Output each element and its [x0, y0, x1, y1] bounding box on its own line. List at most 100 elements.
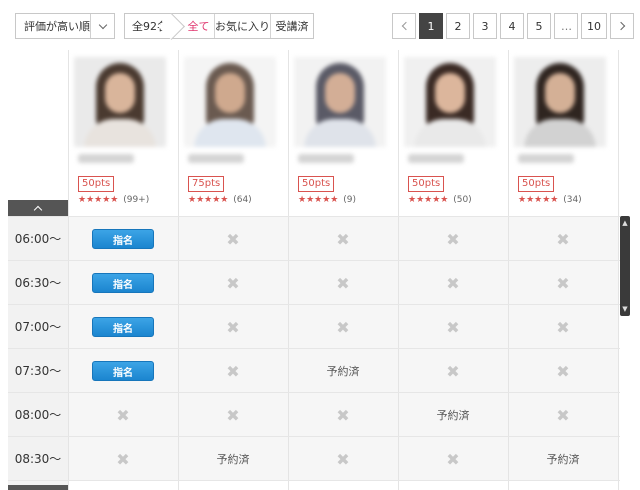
pagination: 1 2 3 4 5 … 10 — [392, 13, 637, 39]
schedule-cell: ✖ — [178, 305, 288, 349]
unavailable-icon: ✖ — [226, 405, 240, 425]
chevron-down-icon[interactable] — [90, 14, 114, 38]
sort-dropdown[interactable]: 評価が高い順 — [15, 13, 115, 39]
column-divider — [68, 50, 69, 490]
page-button-2[interactable]: 2 — [446, 13, 470, 39]
schedule-cell: ✖ — [508, 305, 618, 349]
teacher-card[interactable]: 50pts ★★★★★ (99+) — [68, 50, 178, 216]
teacher-photo[interactable] — [294, 57, 386, 147]
time-slot-label: 08:00〜 — [14, 407, 62, 422]
unavailable-icon: ✖ — [336, 273, 350, 293]
scroll-up-icon[interactable]: ▲ — [620, 218, 630, 228]
schedule-cell: ✖ — [398, 349, 508, 393]
schedule-cell[interactable]: 指名 — [68, 217, 178, 261]
reserved-label: 予約済 — [216, 453, 250, 466]
vertical-scrollbar[interactable]: ▲ ▼ — [620, 216, 630, 316]
reserved-label: 予約済 — [436, 409, 470, 422]
page-button-5[interactable]: 5 — [527, 13, 551, 39]
teacher-photo[interactable] — [184, 57, 276, 147]
schedule-cell: ✖ — [178, 393, 288, 437]
teacher-photo[interactable] — [514, 57, 606, 147]
schedule-cell[interactable]: 指名 — [68, 349, 178, 393]
schedule-cell: ✖ — [398, 217, 508, 261]
review-count: (9) — [343, 195, 356, 205]
schedule-cell: 予約済 — [508, 437, 618, 481]
unavailable-icon: ✖ — [116, 449, 130, 469]
unavailable-icon: ✖ — [446, 361, 460, 381]
filter-tabs: 全92名 全て お気に入り 受講済 — [124, 13, 314, 39]
row-divider — [8, 348, 620, 349]
schedule-cell: ✖ — [398, 305, 508, 349]
star-rating-icon: ★★★★★ — [408, 195, 449, 205]
schedule-cell: ✖ — [178, 261, 288, 305]
chevron-left-icon — [401, 21, 410, 31]
schedule-cell: ✖ — [288, 261, 398, 305]
book-button[interactable]: 指名 — [92, 317, 154, 337]
unavailable-icon: ✖ — [446, 273, 460, 293]
schedule-cell: ✖ — [178, 349, 288, 393]
scroll-down-icon[interactable]: ▼ — [620, 304, 630, 314]
teacher-name-blurred — [78, 154, 134, 163]
unavailable-icon: ✖ — [446, 449, 460, 469]
chevron-up-icon — [33, 205, 43, 214]
row-divider — [8, 260, 620, 261]
page-button-3[interactable]: 3 — [473, 13, 497, 39]
schedule-cell: ✖ — [508, 261, 618, 305]
schedule-cell: 予約済 — [178, 437, 288, 481]
row-divider — [8, 392, 620, 393]
page-button-4[interactable]: 4 — [500, 13, 524, 39]
page-button-1[interactable]: 1 — [419, 13, 443, 39]
reserved-label: 予約済 — [546, 453, 580, 466]
teacher-card[interactable]: 50pts ★★★★★ (34) — [508, 50, 618, 216]
teacher-card[interactable]: 75pts ★★★★★ (64) — [178, 50, 288, 216]
schedule-cell: ✖ — [178, 217, 288, 261]
tab-favorites[interactable]: お気に入り — [215, 14, 271, 38]
teacher-name-blurred — [408, 154, 464, 163]
schedule-cell: ✖ — [508, 217, 618, 261]
schedule-grid: 50pts ★★★★★ (99+) 75pts ★★★★★ (64) 50pts… — [8, 50, 620, 490]
rating: ★★★★★ (34) — [518, 195, 582, 205]
unavailable-icon: ✖ — [116, 405, 130, 425]
chevron-right-icon — [616, 21, 625, 31]
time-slot-label: 08:30〜 — [14, 451, 62, 466]
schedule-cell: 予約済 — [288, 349, 398, 393]
next-page-button[interactable] — [610, 13, 634, 39]
row-divider — [8, 436, 620, 437]
column-divider — [288, 50, 289, 490]
book-button[interactable]: 指名 — [92, 229, 154, 249]
column-divider — [178, 50, 179, 490]
points-badge: 50pts — [408, 176, 445, 192]
teacher-name-blurred — [518, 154, 574, 163]
teacher-photo[interactable] — [404, 57, 496, 147]
collapse-button[interactable] — [8, 200, 68, 216]
row-divider — [8, 480, 620, 481]
schedule-cell[interactable]: 指名 — [68, 261, 178, 305]
book-button[interactable]: 指名 — [92, 361, 154, 381]
star-rating-icon: ★★★★★ — [188, 195, 229, 205]
teacher-photo[interactable] — [74, 57, 166, 147]
row-divider — [8, 216, 620, 217]
page-button-10[interactable]: 10 — [581, 13, 607, 39]
points-badge: 50pts — [78, 176, 115, 192]
time-slot-label: 06:30〜 — [14, 275, 62, 290]
rating: ★★★★★ (50) — [408, 195, 472, 205]
book-button[interactable]: 指名 — [92, 273, 154, 293]
teacher-name-blurred — [298, 154, 354, 163]
unavailable-icon: ✖ — [556, 229, 570, 249]
unavailable-icon: ✖ — [336, 229, 350, 249]
unavailable-icon: ✖ — [226, 317, 240, 337]
points-badge: 75pts — [188, 176, 225, 192]
points-badge: 50pts — [298, 176, 335, 192]
column-divider — [398, 50, 399, 490]
prev-page-button[interactable] — [392, 13, 416, 39]
teacher-card[interactable]: 50pts ★★★★★ (50) — [398, 50, 508, 216]
teacher-card[interactable]: 50pts ★★★★★ (9) — [288, 50, 398, 216]
schedule-cell[interactable]: 指名 — [68, 305, 178, 349]
points-badge: 50pts — [518, 176, 555, 192]
page-ellipsis: … — [554, 13, 578, 39]
tab-taken[interactable]: 受講済 — [271, 14, 313, 38]
review-count: (34) — [563, 195, 582, 205]
schedule-cell: 予約済 — [398, 393, 508, 437]
unavailable-icon: ✖ — [336, 405, 350, 425]
schedule-cell: ✖ — [68, 393, 178, 437]
